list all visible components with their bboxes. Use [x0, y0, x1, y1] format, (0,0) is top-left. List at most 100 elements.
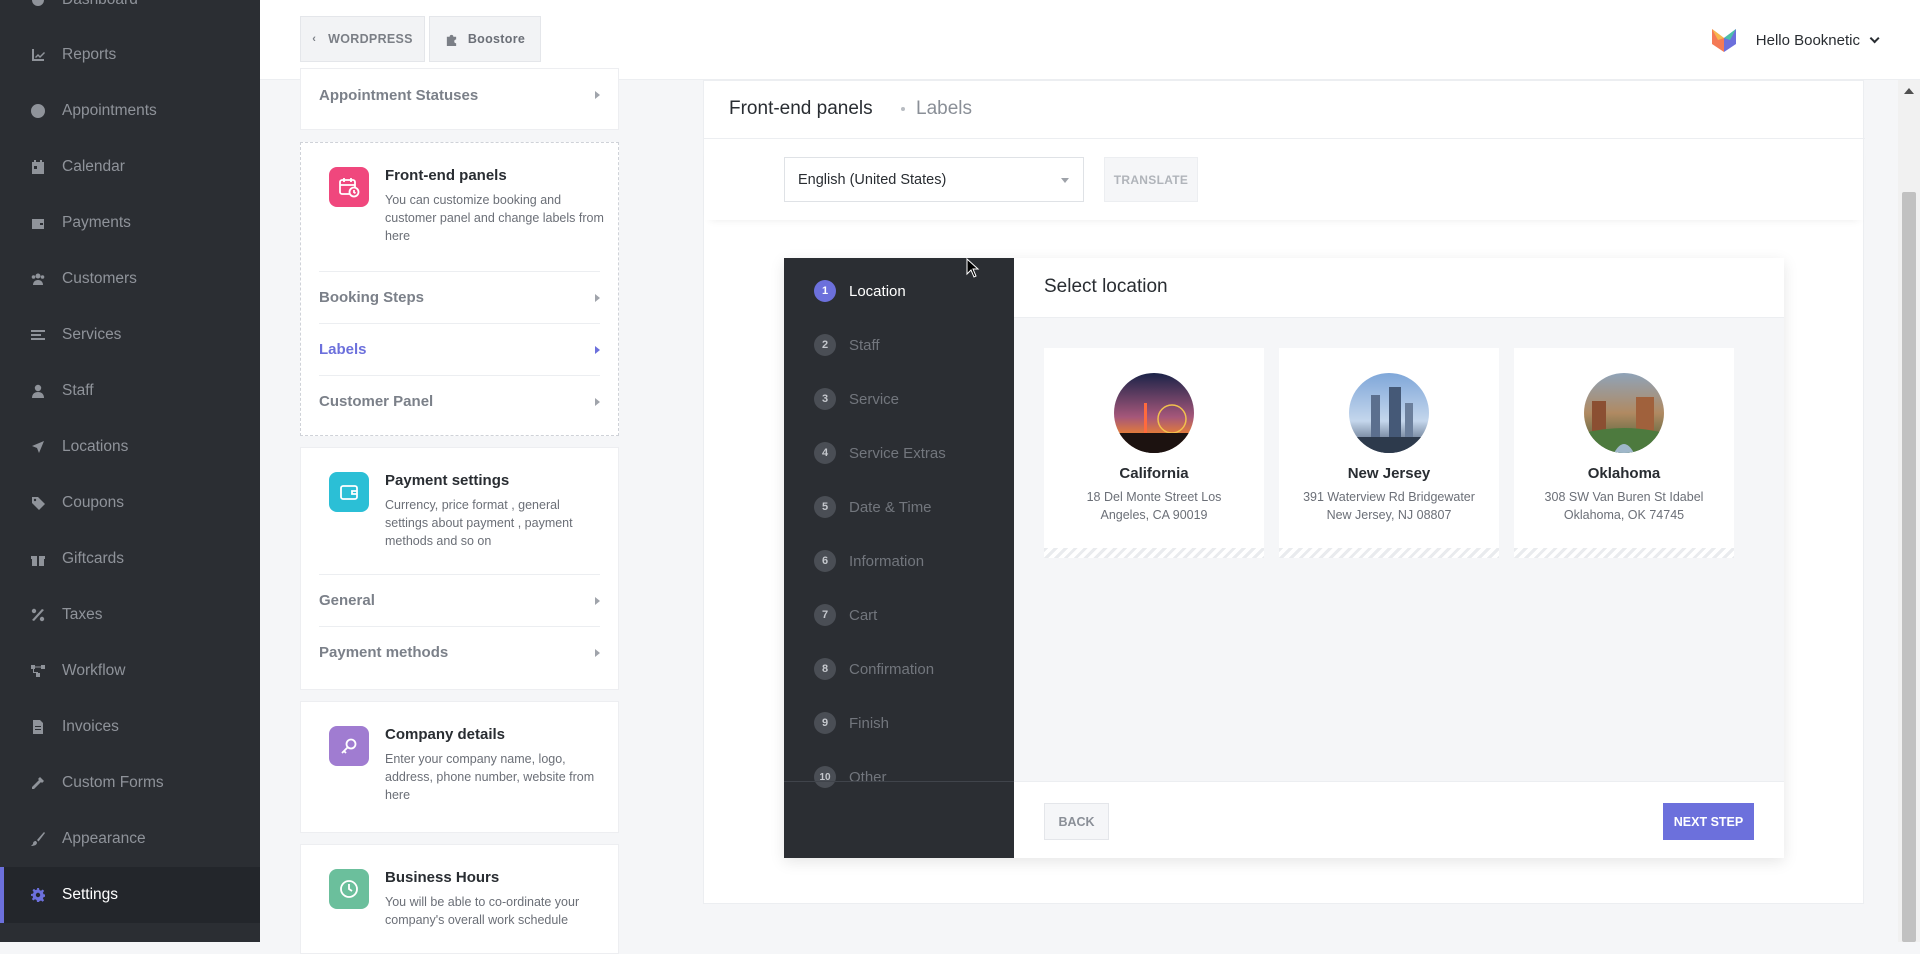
- sidebar-item-staff[interactable]: Staff: [0, 363, 260, 419]
- settings-item-label: Payment methods: [319, 644, 449, 661]
- booking-step-staff[interactable]: 2 Staff: [814, 333, 880, 357]
- gift-icon: [31, 556, 45, 566]
- sidebar-item-locations[interactable]: Locations: [0, 419, 260, 475]
- settings-item-booking-steps[interactable]: Booking Steps: [319, 271, 600, 323]
- user-icon: [32, 384, 44, 398]
- business-hours-desc: You will be able to co-ordinate your com…: [385, 895, 580, 927]
- booking-step-other[interactable]: 10 Other: [814, 765, 887, 789]
- sidebar-item-taxes[interactable]: Taxes: [0, 587, 260, 643]
- sidebar-item-appointments[interactable]: Appointments: [0, 83, 260, 139]
- booking-step-date-time[interactable]: 5 Date & Time: [814, 495, 932, 519]
- step-label: Location: [849, 282, 906, 300]
- business-hours-card[interactable]: Business Hours You will be able to co-or…: [300, 844, 619, 954]
- location-card-new-jersey[interactable]: New Jersey 391 Waterview Rd Bridgewater …: [1279, 348, 1499, 558]
- scroll-up-arrow-icon[interactable]: [1904, 88, 1914, 94]
- back-button[interactable]: BACK: [1044, 803, 1109, 840]
- page-scrollbar[interactable]: [1898, 80, 1920, 942]
- booking-step-finish[interactable]: 9 Finish: [814, 711, 889, 735]
- settings-item-payment-methods[interactable]: Payment methods: [319, 626, 600, 678]
- chevron-right-icon: [595, 648, 600, 657]
- booking-step-location[interactable]: 1 Location: [814, 279, 906, 303]
- chart-icon: [32, 49, 45, 61]
- location-address: 18 Del Monte Street Los Angeles, CA 9001…: [1086, 490, 1222, 522]
- boostore-button[interactable]: Boostore: [429, 16, 541, 62]
- dashboard-icon: [32, 0, 44, 6]
- booknetic-logo-icon: [1711, 29, 1736, 52]
- frontend-panels-card: Front-end panels You can customize booki…: [300, 142, 619, 436]
- sidebar-item-label: Calendar: [62, 158, 125, 175]
- card-stripe: [1044, 548, 1264, 558]
- settings-item-label: Booking Steps: [319, 289, 425, 306]
- sidebar-item-label: Dashboard: [62, 0, 138, 9]
- booking-step-cart[interactable]: 7 Cart: [814, 603, 877, 627]
- breadcrumb-frontend-panels[interactable]: Front-end panels: [729, 98, 873, 120]
- brush-icon: [31, 832, 45, 846]
- company-details-card[interactable]: Company details Enter your company name,…: [300, 701, 619, 833]
- settings-item-label: Appointment Statuses: [319, 86, 479, 104]
- company-details-desc: Enter your company name, logo, address, …: [385, 752, 595, 802]
- settings-item-labels[interactable]: Labels: [319, 323, 600, 375]
- location-address: 391 Waterview Rd Bridgewater New Jersey,…: [1303, 490, 1475, 522]
- step-number: 6: [814, 550, 836, 572]
- sidebar-item-appearance[interactable]: Appearance: [0, 811, 260, 867]
- percent-icon: [31, 608, 45, 622]
- clock-icon: [31, 104, 45, 118]
- sidebar-item-customers[interactable]: Customers: [0, 251, 260, 307]
- sidebar-item-label: Staff: [62, 382, 94, 399]
- settings-item-appointment-statuses[interactable]: Appointment Statuses: [319, 69, 600, 121]
- step-footer: BACK NEXT STEP: [1014, 781, 1784, 858]
- translate-button[interactable]: TRANSLATE: [1104, 157, 1198, 202]
- sidebar-item-giftcards[interactable]: Giftcards: [0, 531, 260, 587]
- step-header: Select location: [1014, 258, 1784, 318]
- step-label: Finish: [849, 714, 890, 732]
- location-name: California: [1119, 465, 1189, 482]
- location-photo: [1114, 373, 1194, 453]
- settings-item-customer-panel[interactable]: Customer Panel: [319, 375, 600, 427]
- next-step-button[interactable]: NEXT STEP: [1663, 803, 1754, 840]
- language-toolbar: English (United States) TRANSLATE: [704, 139, 1865, 220]
- step-number: 10: [814, 766, 836, 788]
- sidebar-item-payments[interactable]: Payments: [0, 195, 260, 251]
- sidebar-item-label: Giftcards: [62, 550, 125, 567]
- sidebar-item-label: Custom Forms: [62, 774, 164, 791]
- sidebar-item-workflow[interactable]: Workflow: [0, 643, 260, 699]
- sidebar-item-coupons[interactable]: Coupons: [0, 475, 260, 531]
- language-select[interactable]: English (United States): [784, 157, 1084, 202]
- chevron-right-icon: [595, 596, 600, 605]
- sidebar-item-dashboard[interactable]: Dashboard: [0, 0, 260, 28]
- users-icon: [31, 273, 45, 285]
- booking-step-confirmation[interactable]: 8 Confirmation: [814, 657, 934, 681]
- booking-step-service[interactable]: 3 Service: [814, 387, 899, 411]
- clock-icon: [329, 869, 369, 909]
- sidebar-item-settings[interactable]: Settings: [0, 867, 260, 923]
- step-number: 5: [814, 496, 836, 518]
- location-card-oklahoma[interactable]: Oklahoma 308 SW Van Buren St Idabel Okla…: [1514, 348, 1734, 558]
- sidebar-item-invoices[interactable]: Invoices: [0, 699, 260, 755]
- user-menu[interactable]: Hello Booknetic: [1710, 24, 1880, 56]
- sidebar-item-calendar[interactable]: Calendar: [0, 139, 260, 195]
- booking-step-content: Select location California 18 Del Monte …: [1014, 258, 1784, 858]
- step-label: Service: [849, 390, 900, 408]
- sidebar-item-label: Settings: [62, 886, 119, 903]
- steps-divider: [784, 781, 1014, 782]
- gear-icon: [31, 888, 45, 902]
- sidebar-item-label: Payments: [62, 214, 131, 231]
- wordpress-back-button[interactable]: ‹ WORDPRESS: [300, 16, 425, 62]
- sidebar-item-services[interactable]: Services: [0, 307, 260, 363]
- payment-settings-card: Payment settings Currency, price format …: [300, 447, 619, 690]
- breadcrumb-separator: [901, 107, 905, 111]
- settings-item-general[interactable]: General: [319, 574, 600, 626]
- location-card-california[interactable]: California 18 Del Monte Street Los Angel…: [1044, 348, 1264, 558]
- sidebar-item-reports[interactable]: Reports: [0, 27, 260, 83]
- frontend-panels-title: Front-end panels: [385, 167, 507, 184]
- card-stripe: [1514, 548, 1734, 558]
- booking-step-information[interactable]: 6 Information: [814, 549, 924, 573]
- booking-steps-sidebar: 1 Location 2 Staff 3 Service 4 Service Extra…: [784, 258, 1014, 858]
- step-number: 9: [814, 712, 836, 734]
- step-number: 4: [814, 442, 836, 464]
- scrollbar-thumb[interactable]: [1902, 192, 1916, 942]
- business-hours-title: Business Hours: [385, 869, 500, 886]
- language-select-value: English (United States): [798, 171, 947, 188]
- booking-step-service-extras[interactable]: 4 Service Extras: [814, 441, 946, 465]
- sidebar-item-custom-forms[interactable]: Custom Forms: [0, 755, 260, 811]
